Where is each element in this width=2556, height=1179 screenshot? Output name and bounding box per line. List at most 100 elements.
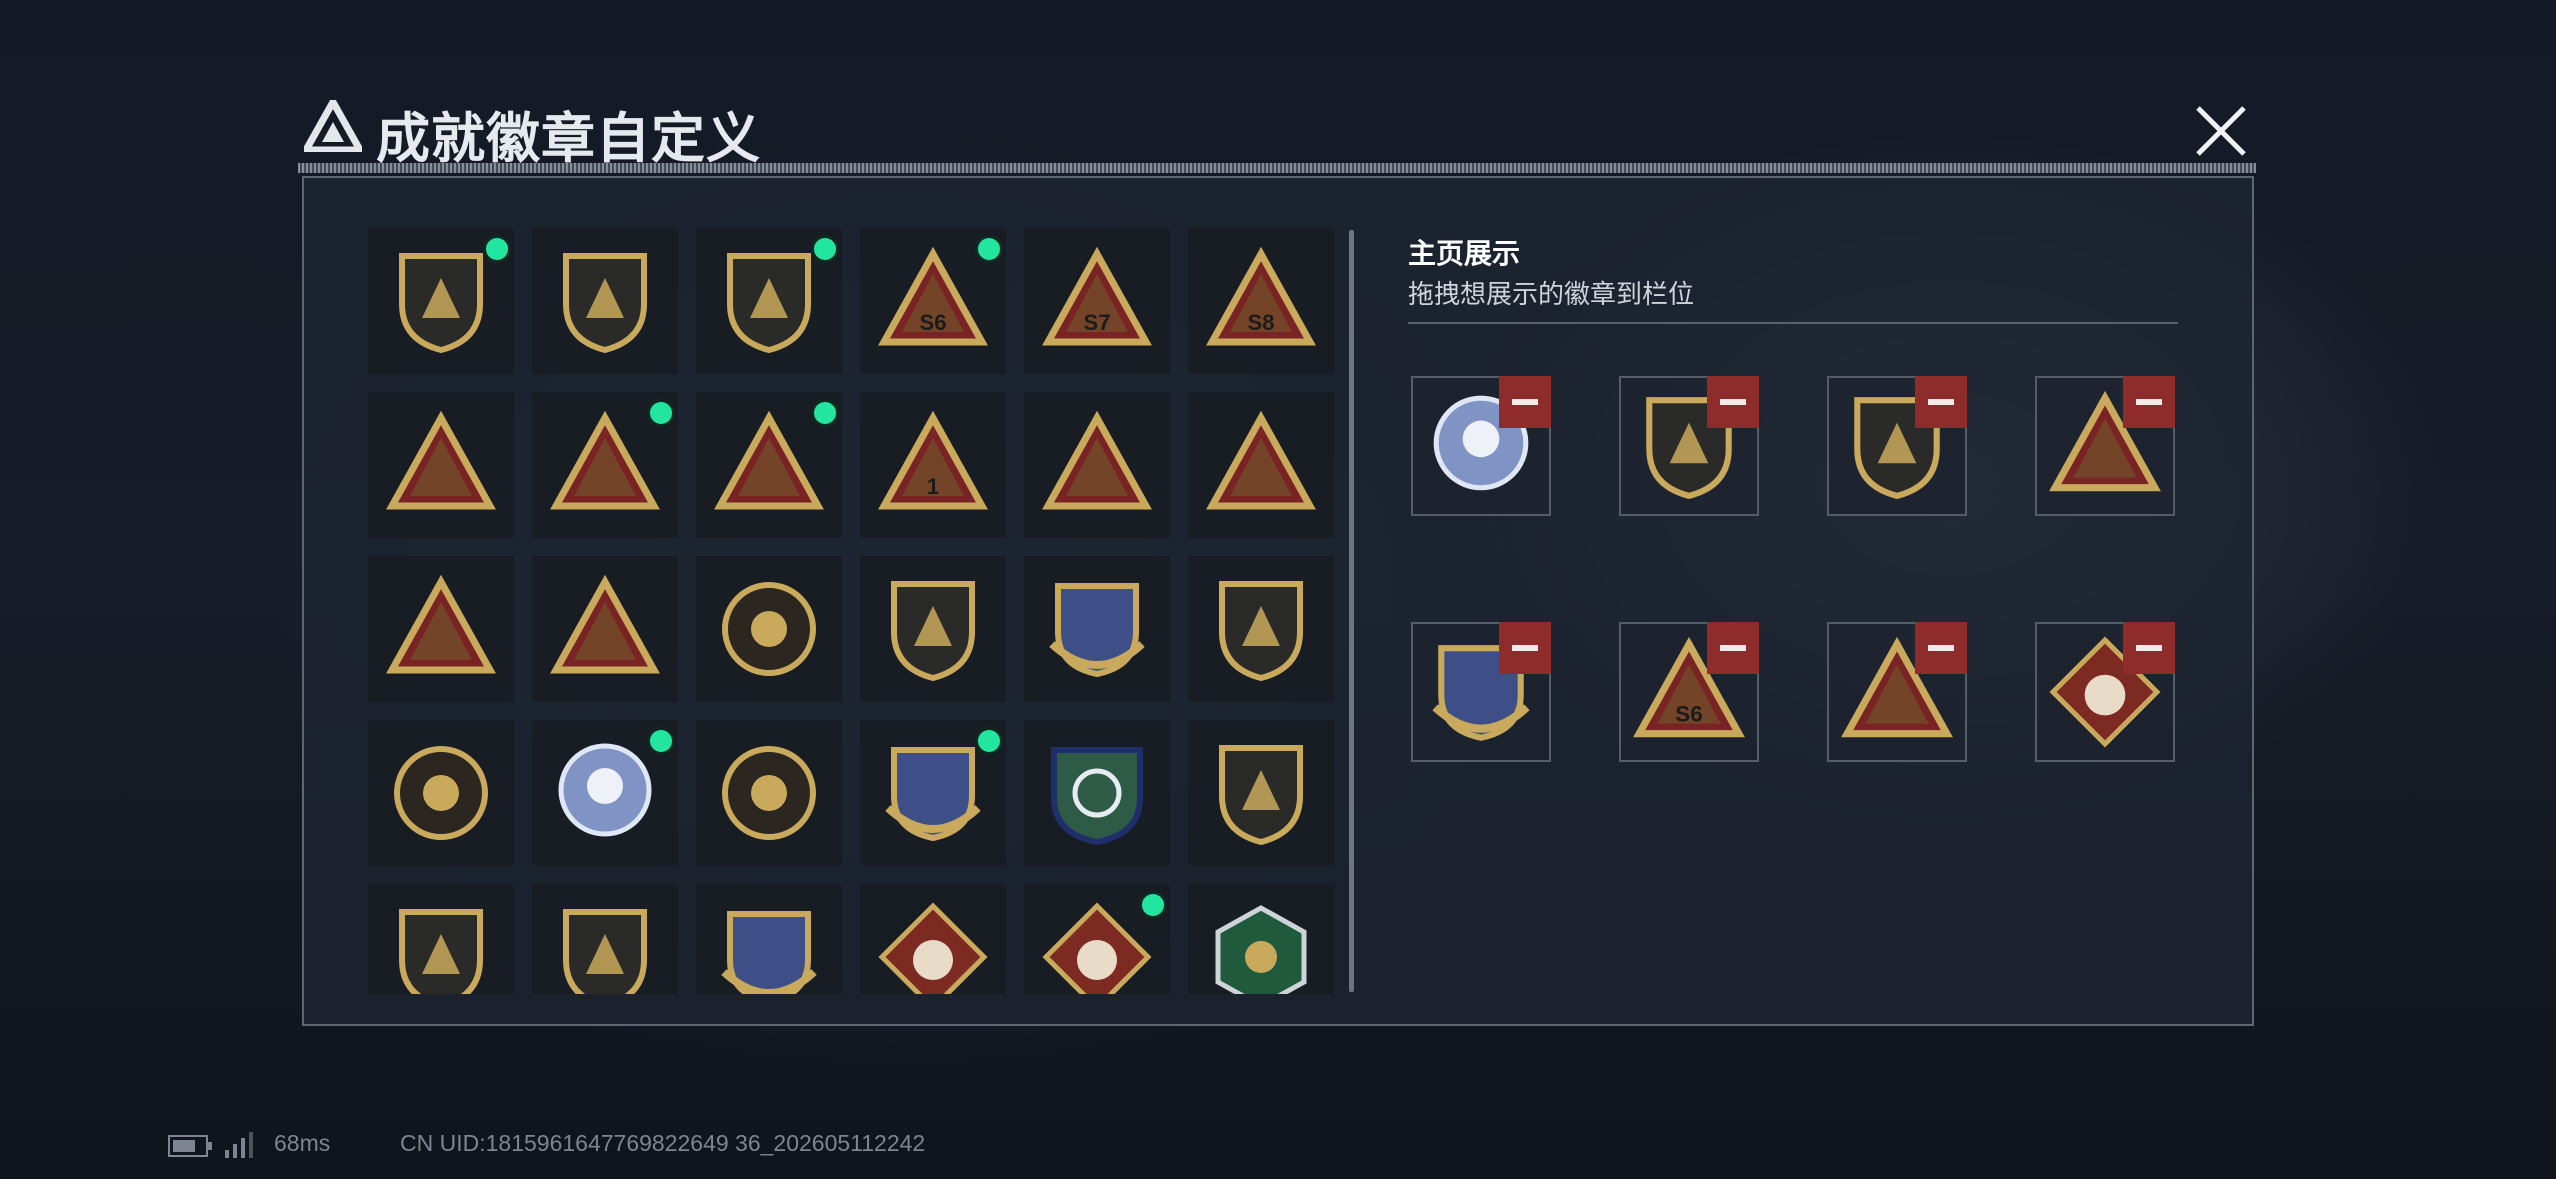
new-indicator-dot [650, 730, 672, 752]
boat-triangle-badge-icon [714, 410, 824, 510]
remove-badge-button[interactable] [2123, 622, 2175, 674]
rifle-shield-alt-badge-icon [399, 909, 483, 994]
number-one-triangle-badge-icon: 1 [878, 410, 988, 510]
rocket-triangle-badge-icon [550, 574, 660, 674]
new-indicator-dot [814, 402, 836, 424]
new-indicator-dot [978, 238, 1000, 260]
remove-badge-button[interactable] [1707, 622, 1759, 674]
uid-text: CN UID:1815961647769822649 36_2026051122… [400, 1130, 926, 1156]
badge-cell[interactable] [1024, 720, 1170, 866]
sniper-wreath-badge-icon [885, 747, 981, 842]
badge-cell[interactable] [1188, 392, 1334, 538]
showcase-slot[interactable] [2035, 622, 2175, 762]
s8-triangle-badge-icon: S8 [1206, 246, 1316, 346]
title-divider [298, 163, 2256, 173]
new-indicator-dot [1142, 894, 1164, 916]
badge-cell[interactable] [860, 884, 1006, 994]
badge-cell[interactable]: S8 [1188, 228, 1334, 374]
badge-cell[interactable]: S7 [1024, 228, 1170, 374]
showcase-slot[interactable] [1411, 622, 1551, 762]
bunker-triangle-badge-icon [1042, 410, 1152, 510]
new-indicator-dot [814, 238, 836, 260]
showcase-slot[interactable] [1411, 376, 1551, 516]
remove-badge-button[interactable] [2123, 376, 2175, 428]
remove-badge-button[interactable] [1915, 622, 1967, 674]
badge-cell[interactable] [532, 556, 678, 702]
badge-cell[interactable] [1188, 556, 1334, 702]
showcase-slot[interactable] [2035, 376, 2175, 516]
badge-cell[interactable] [860, 720, 1006, 866]
showcase-divider [1408, 322, 2178, 324]
s7-triangle-badge-icon: S7 [1042, 246, 1152, 346]
badge-cell[interactable] [1188, 720, 1334, 866]
badge-cell[interactable] [532, 228, 678, 374]
badge-cell[interactable] [860, 556, 1006, 702]
badge-cell[interactable] [532, 884, 678, 994]
signal-icon [225, 1132, 253, 1158]
missile-launcher-triangle-badge-icon [386, 410, 496, 510]
remove-badge-button[interactable] [1707, 376, 1759, 428]
showcase-subtitle: 拖拽想展示的徽章到栏位 [1408, 279, 1695, 309]
badge-cell[interactable] [368, 392, 514, 538]
chevron-shield-badge-icon [891, 581, 975, 682]
badge-cell[interactable] [368, 228, 514, 374]
svg-text:S6: S6 [1675, 702, 1702, 727]
badge-cell[interactable] [696, 228, 842, 374]
badge-grid-scrollbar[interactable] [1349, 230, 1354, 992]
showcase-slot[interactable] [1827, 376, 1967, 516]
badge-cell[interactable] [368, 884, 514, 994]
eye-round-badge-icon [394, 746, 488, 840]
remove-badge-button[interactable] [1915, 376, 1967, 428]
new-indicator-dot [978, 730, 1000, 752]
sniper-shield-badge-icon [563, 909, 647, 994]
svg-text:S8: S8 [1248, 310, 1275, 335]
green-crosshair-badge-icon [1051, 747, 1143, 846]
badge-grid[interactable]: S6 S7 S8 1 [368, 228, 1340, 994]
crosshair-wreath-badge-icon [721, 911, 817, 994]
badge-cell[interactable] [532, 392, 678, 538]
badge-cell[interactable] [368, 720, 514, 866]
wreath-shield-badge-icon [1049, 583, 1145, 678]
badge-cell[interactable] [532, 720, 678, 866]
remove-badge-button[interactable] [1499, 376, 1551, 428]
badge-cell[interactable]: S6 [860, 228, 1006, 374]
helicopter-shield-badge-icon [563, 253, 647, 354]
badge-cell[interactable] [696, 720, 842, 866]
s6-triangle-badge-icon: S6 [878, 246, 988, 346]
badge-cell[interactable] [368, 556, 514, 702]
rifle-shield-badge-icon [1219, 745, 1303, 846]
close-icon[interactable] [2190, 100, 2252, 162]
badge-cell[interactable] [1024, 556, 1170, 702]
page-title: 成就徽章自定义 [376, 109, 761, 169]
hands-triangle-badge-icon [1206, 410, 1316, 510]
hornet-hex-badge-icon [1215, 905, 1307, 994]
delta-logo-icon [304, 100, 362, 152]
new-indicator-dot [650, 402, 672, 424]
star-round-badge-icon [722, 582, 816, 676]
svg-text:S7: S7 [1084, 310, 1111, 335]
wolf-diamond-badge-icon [878, 902, 988, 994]
svg-text:S6: S6 [920, 310, 947, 335]
badge-cell[interactable] [696, 884, 842, 994]
soldiers-triangle-badge-icon [386, 574, 496, 674]
skull-crosshair-badge-icon [558, 743, 652, 837]
medal-triangle-badge-icon [550, 410, 660, 510]
badge-cell[interactable]: 1 [860, 392, 1006, 538]
tank-burst-badge-icon [722, 746, 816, 840]
showcase-slot[interactable] [1619, 376, 1759, 516]
badge-cell[interactable] [1024, 884, 1170, 994]
showcase-slot[interactable]: S6 [1619, 622, 1759, 762]
svg-text:1: 1 [927, 474, 939, 499]
badge-cell[interactable] [1024, 392, 1170, 538]
wolf-diamond-alt-badge-icon [1042, 902, 1152, 994]
badge-cell[interactable] [1188, 884, 1334, 994]
new-indicator-dot [486, 238, 508, 260]
geo-shield-badge-icon [1219, 581, 1303, 682]
badge-cell[interactable] [696, 392, 842, 538]
shield-delta-badge-icon [399, 253, 483, 354]
remove-badge-button[interactable] [1499, 622, 1551, 674]
showcase-title: 主页展示 [1408, 238, 1521, 269]
badge-cell[interactable] [696, 556, 842, 702]
showcase-slot[interactable] [1827, 622, 1967, 762]
status-footer: 68ms CN UID:1815961647769822649 36_20260… [168, 1126, 1068, 1166]
